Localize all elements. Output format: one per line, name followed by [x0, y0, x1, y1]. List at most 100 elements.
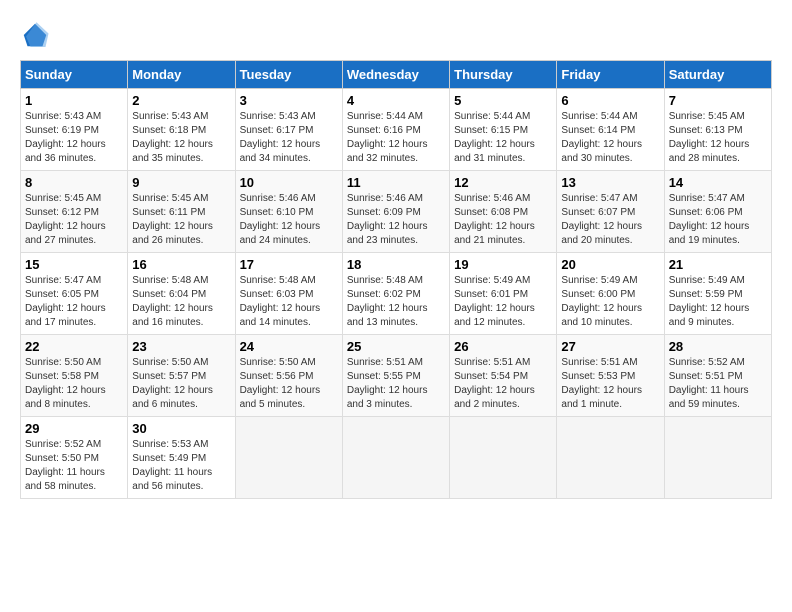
day-info: Sunrise: 5:45 AM Sunset: 6:11 PM Dayligh… [132, 192, 230, 248]
day-info: Sunrise: 5:45 AM Sunset: 6:13 PM Dayligh… [669, 110, 767, 166]
calendar-cell: 19 Sunrise: 5:49 AM Sunset: 6:01 PM Dayli… [450, 253, 557, 335]
calendar-cell: 22 Sunrise: 5:50 AM Sunset: 5:58 PM Dayli… [21, 335, 128, 417]
day-number: 10 [240, 175, 338, 190]
calendar-cell: 30 Sunrise: 5:53 AM Sunset: 5:49 PM Dayli… [128, 417, 235, 499]
weekday-header: Sunday [21, 61, 128, 89]
day-info: Sunrise: 5:48 AM Sunset: 6:04 PM Dayligh… [132, 274, 230, 330]
calendar-cell [235, 417, 342, 499]
day-info: Sunrise: 5:50 AM Sunset: 5:58 PM Dayligh… [25, 356, 123, 412]
day-number: 12 [454, 175, 552, 190]
calendar-cell [450, 417, 557, 499]
day-number: 15 [25, 257, 123, 272]
day-info: Sunrise: 5:51 AM Sunset: 5:55 PM Dayligh… [347, 356, 445, 412]
day-info: Sunrise: 5:50 AM Sunset: 5:57 PM Dayligh… [132, 356, 230, 412]
day-number: 28 [669, 339, 767, 354]
day-info: Sunrise: 5:44 AM Sunset: 6:16 PM Dayligh… [347, 110, 445, 166]
day-info: Sunrise: 5:51 AM Sunset: 5:53 PM Dayligh… [561, 356, 659, 412]
page-header [20, 20, 772, 50]
day-info: Sunrise: 5:47 AM Sunset: 6:05 PM Dayligh… [25, 274, 123, 330]
day-number: 18 [347, 257, 445, 272]
day-number: 4 [347, 93, 445, 108]
calendar-cell: 15 Sunrise: 5:47 AM Sunset: 6:05 PM Dayli… [21, 253, 128, 335]
day-info: Sunrise: 5:51 AM Sunset: 5:54 PM Dayligh… [454, 356, 552, 412]
calendar-cell: 11 Sunrise: 5:46 AM Sunset: 6:09 PM Dayli… [342, 171, 449, 253]
day-number: 25 [347, 339, 445, 354]
calendar-cell: 16 Sunrise: 5:48 AM Sunset: 6:04 PM Dayli… [128, 253, 235, 335]
calendar-cell: 25 Sunrise: 5:51 AM Sunset: 5:55 PM Dayli… [342, 335, 449, 417]
day-number: 9 [132, 175, 230, 190]
day-number: 30 [132, 421, 230, 436]
calendar-cell: 10 Sunrise: 5:46 AM Sunset: 6:10 PM Dayli… [235, 171, 342, 253]
day-info: Sunrise: 5:52 AM Sunset: 5:50 PM Dayligh… [25, 438, 123, 494]
calendar-cell: 6 Sunrise: 5:44 AM Sunset: 6:14 PM Daylig… [557, 89, 664, 171]
day-number: 16 [132, 257, 230, 272]
day-number: 21 [669, 257, 767, 272]
calendar-cell: 18 Sunrise: 5:48 AM Sunset: 6:02 PM Dayli… [342, 253, 449, 335]
weekday-header: Thursday [450, 61, 557, 89]
day-number: 2 [132, 93, 230, 108]
day-info: Sunrise: 5:52 AM Sunset: 5:51 PM Dayligh… [669, 356, 767, 412]
calendar-cell: 29 Sunrise: 5:52 AM Sunset: 5:50 PM Dayli… [21, 417, 128, 499]
day-info: Sunrise: 5:48 AM Sunset: 6:03 PM Dayligh… [240, 274, 338, 330]
calendar-cell: 13 Sunrise: 5:47 AM Sunset: 6:07 PM Dayli… [557, 171, 664, 253]
calendar-cell: 28 Sunrise: 5:52 AM Sunset: 5:51 PM Dayli… [664, 335, 771, 417]
day-number: 1 [25, 93, 123, 108]
weekday-header: Friday [557, 61, 664, 89]
weekday-header: Tuesday [235, 61, 342, 89]
day-number: 14 [669, 175, 767, 190]
logo-icon [20, 20, 50, 50]
day-number: 3 [240, 93, 338, 108]
day-number: 26 [454, 339, 552, 354]
day-info: Sunrise: 5:44 AM Sunset: 6:14 PM Dayligh… [561, 110, 659, 166]
day-info: Sunrise: 5:50 AM Sunset: 5:56 PM Dayligh… [240, 356, 338, 412]
day-number: 27 [561, 339, 659, 354]
day-info: Sunrise: 5:53 AM Sunset: 5:49 PM Dayligh… [132, 438, 230, 494]
day-number: 8 [25, 175, 123, 190]
day-number: 17 [240, 257, 338, 272]
calendar-cell: 14 Sunrise: 5:47 AM Sunset: 6:06 PM Dayli… [664, 171, 771, 253]
calendar-cell: 20Sunrise: 5:49 AM Sunset: 6:00 PM Dayli… [557, 253, 664, 335]
day-info: Sunrise: 5:48 AM Sunset: 6:02 PM Dayligh… [347, 274, 445, 330]
day-number: 6 [561, 93, 659, 108]
day-info: Sunrise: 5:46 AM Sunset: 6:10 PM Dayligh… [240, 192, 338, 248]
logo [20, 20, 54, 50]
calendar-cell: 17 Sunrise: 5:48 AM Sunset: 6:03 PM Dayli… [235, 253, 342, 335]
day-number: 29 [25, 421, 123, 436]
day-info: Sunrise: 5:49 AM Sunset: 6:01 PM Dayligh… [454, 274, 552, 330]
weekday-header: Wednesday [342, 61, 449, 89]
day-number: 22 [25, 339, 123, 354]
calendar-cell: 8 Sunrise: 5:45 AM Sunset: 6:12 PM Daylig… [21, 171, 128, 253]
calendar-cell: 3 Sunrise: 5:43 AM Sunset: 6:17 PM Daylig… [235, 89, 342, 171]
day-info: Sunrise: 5:45 AM Sunset: 6:12 PM Dayligh… [25, 192, 123, 248]
day-info: Sunrise: 5:47 AM Sunset: 6:06 PM Dayligh… [669, 192, 767, 248]
day-info: Sunrise: 5:46 AM Sunset: 6:09 PM Dayligh… [347, 192, 445, 248]
calendar-cell [664, 417, 771, 499]
day-info: Sunrise: 5:43 AM Sunset: 6:18 PM Dayligh… [132, 110, 230, 166]
calendar-cell [557, 417, 664, 499]
calendar-cell: 26 Sunrise: 5:51 AM Sunset: 5:54 PM Dayli… [450, 335, 557, 417]
calendar-cell: 9 Sunrise: 5:45 AM Sunset: 6:11 PM Daylig… [128, 171, 235, 253]
calendar-cell: 21 Sunrise: 5:49 AM Sunset: 5:59 PM Dayli… [664, 253, 771, 335]
calendar-cell: 27 Sunrise: 5:51 AM Sunset: 5:53 PM Dayli… [557, 335, 664, 417]
day-info: Sunrise: 5:47 AM Sunset: 6:07 PM Dayligh… [561, 192, 659, 248]
calendar-cell: 1Sunrise: 5:43 AM Sunset: 6:19 PM Daylig… [21, 89, 128, 171]
day-info: Sunrise: 5:43 AM Sunset: 6:17 PM Dayligh… [240, 110, 338, 166]
day-number: 11 [347, 175, 445, 190]
calendar-cell [342, 417, 449, 499]
day-number: 7 [669, 93, 767, 108]
day-info: Sunrise: 5:44 AM Sunset: 6:15 PM Dayligh… [454, 110, 552, 166]
calendar-cell: 23 Sunrise: 5:50 AM Sunset: 5:57 PM Dayli… [128, 335, 235, 417]
day-number: 19 [454, 257, 552, 272]
day-info: Sunrise: 5:46 AM Sunset: 6:08 PM Dayligh… [454, 192, 552, 248]
calendar-cell: 2 Sunrise: 5:43 AM Sunset: 6:18 PM Daylig… [128, 89, 235, 171]
calendar-cell: 12 Sunrise: 5:46 AM Sunset: 6:08 PM Dayli… [450, 171, 557, 253]
calendar-cell: 24 Sunrise: 5:50 AM Sunset: 5:56 PM Dayli… [235, 335, 342, 417]
day-number: 23 [132, 339, 230, 354]
weekday-header: Saturday [664, 61, 771, 89]
calendar-table: SundayMondayTuesdayWednesdayThursdayFrid… [20, 60, 772, 499]
weekday-header: Monday [128, 61, 235, 89]
day-info: Sunrise: 5:49 AM Sunset: 5:59 PM Dayligh… [669, 274, 767, 330]
day-number: 20 [561, 257, 659, 272]
day-number: 24 [240, 339, 338, 354]
day-number: 13 [561, 175, 659, 190]
